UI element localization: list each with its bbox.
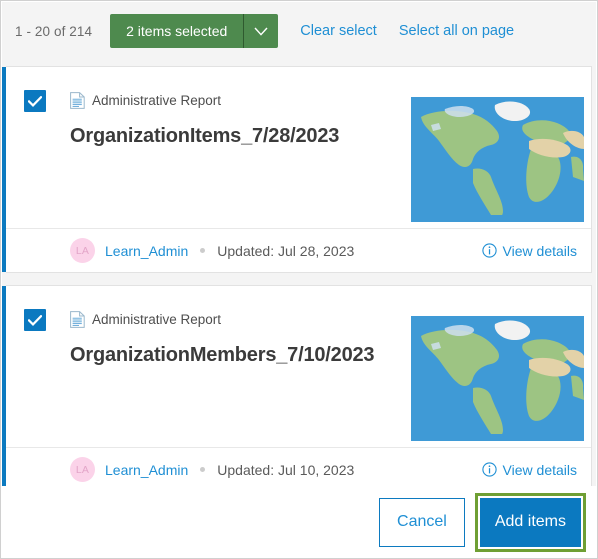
result-card[interactable]: Administrative Report OrganizationMember…: [2, 285, 592, 492]
item-type-label: Administrative Report: [92, 92, 222, 108]
separator-dot: [200, 467, 206, 472]
item-checkbox[interactable]: [24, 309, 46, 331]
item-title[interactable]: OrganizationMembers_7/10/2023: [70, 343, 401, 368]
document-icon: [70, 91, 85, 109]
view-details-link[interactable]: View details: [481, 461, 577, 478]
add-items-highlight: Add items: [474, 492, 586, 552]
result-card[interactable]: Administrative Report OrganizationItems_…: [2, 66, 592, 273]
result-card-footer: LA Learn_Admin Updated: Jul 10, 2023 Vie…: [6, 447, 591, 491]
cancel-button[interactable]: Cancel: [379, 497, 465, 547]
clear-select-link[interactable]: Clear select: [300, 23, 377, 39]
result-card-footer: LA Learn_Admin Updated: Jul 28, 2023 Vie…: [6, 228, 591, 272]
result-card-text: Administrative Report OrganizationItems_…: [70, 89, 401, 149]
avatar: LA: [70, 238, 95, 263]
avatar: LA: [70, 457, 95, 482]
info-circle-icon: [481, 462, 497, 477]
view-details-label: View details: [502, 461, 577, 478]
item-thumbnail[interactable]: [411, 97, 584, 222]
result-card-body: Administrative Report OrganizationMember…: [6, 286, 591, 447]
updated-date: Updated: Jul 28, 2023: [217, 242, 355, 259]
item-thumbnail[interactable]: [411, 316, 584, 441]
result-card-body: Administrative Report OrganizationItems_…: [6, 67, 591, 228]
item-title[interactable]: OrganizationItems_7/28/2023: [70, 124, 401, 149]
add-items-dialog: 1 - 20 of 214 2 items selected Clear sel…: [0, 0, 598, 559]
items-selected-split-button[interactable]: 2 items selected: [110, 14, 279, 48]
result-count: 1 - 20 of 214: [15, 23, 93, 39]
item-type-row: Administrative Report: [70, 308, 401, 330]
result-card-text: Administrative Report OrganizationMember…: [70, 308, 401, 368]
separator-dot: [200, 248, 206, 253]
selection-toolbar: 1 - 20 of 214 2 items selected Clear sel…: [2, 2, 596, 60]
select-all-on-page-link[interactable]: Select all on page: [399, 23, 514, 39]
dialog-action-bar: Cancel Add items: [2, 486, 596, 557]
item-type-row: Administrative Report: [70, 89, 401, 111]
owner-link[interactable]: Learn_Admin: [105, 243, 188, 259]
owner-link[interactable]: Learn_Admin: [105, 462, 188, 478]
view-details-link[interactable]: View details: [481, 242, 577, 259]
document-icon: [70, 310, 85, 328]
results-list: Administrative Report OrganizationItems_…: [2, 60, 596, 492]
item-checkbox[interactable]: [24, 90, 46, 112]
item-type-label: Administrative Report: [92, 311, 222, 327]
updated-date: Updated: Jul 10, 2023: [217, 461, 355, 478]
add-items-button[interactable]: Add items: [479, 497, 581, 547]
items-selected-label: 2 items selected: [126, 23, 228, 39]
chevron-down-icon[interactable]: [244, 14, 278, 48]
view-details-label: View details: [502, 242, 577, 259]
info-circle-icon: [481, 243, 497, 258]
